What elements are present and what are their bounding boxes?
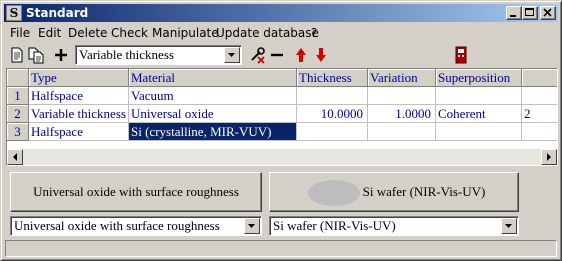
red-device-icon <box>455 46 467 64</box>
close-button[interactable] <box>540 6 556 20</box>
plus-icon <box>55 49 67 61</box>
cell-variation-2[interactable]: 1.0000 <box>368 105 436 123</box>
app-icon: S <box>6 5 22 21</box>
standard-window: S Standard File Edit Delete Check Manipu… <box>0 0 562 261</box>
column-header-thickness[interactable]: Thickness <box>297 69 368 87</box>
cell-type-3[interactable]: Halfspace <box>29 123 129 141</box>
arrow-down-icon <box>316 48 326 62</box>
menu-edit[interactable]: Edit <box>38 25 61 41</box>
cell-extra-3[interactable] <box>522 123 557 141</box>
cell-type-1[interactable]: Halfspace <box>29 87 129 105</box>
menu-update-database[interactable]: Update database <box>216 25 319 41</box>
new-layer-button[interactable] <box>8 45 26 65</box>
window-title: Standard <box>26 6 89 20</box>
scroll-right-button[interactable] <box>541 149 557 165</box>
status-bar <box>5 240 557 257</box>
cell-material-1[interactable]: Vacuum <box>129 87 297 105</box>
arrow-up-icon <box>296 48 306 62</box>
minus-icon <box>271 53 283 57</box>
row-header-1[interactable]: 1 <box>7 87 29 105</box>
column-header-superposition[interactable]: Superposition <box>436 69 522 87</box>
right-material-button[interactable]: Si wafer (NIR-Vis-UV) <box>269 172 519 212</box>
layer-table: Type Material Thickness Variation Superp… <box>6 68 558 166</box>
cell-thickness-2[interactable]: 10.0000 <box>297 105 368 123</box>
cell-thickness-3[interactable] <box>297 123 368 141</box>
cell-material-2[interactable]: Universal oxide <box>129 105 297 123</box>
column-header-type[interactable]: Type <box>29 69 129 87</box>
cell-extra-1[interactable] <box>522 87 557 105</box>
cell-variation-1[interactable] <box>368 87 436 105</box>
close-icon <box>543 8 552 17</box>
right-material-dropdown-button[interactable] <box>501 218 517 234</box>
move-up-button[interactable] <box>292 45 310 65</box>
corner-header <box>7 69 29 87</box>
maximize-icon <box>525 8 534 16</box>
cell-thickness-1[interactable] <box>297 87 368 105</box>
chevron-down-icon <box>228 53 235 57</box>
column-header-extra[interactable] <box>522 69 557 87</box>
horizontal-scrollbar[interactable] <box>7 149 557 165</box>
chevron-down-icon <box>505 224 512 228</box>
cell-superposition-1[interactable] <box>436 87 522 105</box>
column-header-variation[interactable]: Variation <box>368 69 436 87</box>
device-button[interactable] <box>452 45 470 65</box>
layer-type-value: Variable thickness <box>79 47 174 62</box>
cell-superposition-3[interactable] <box>436 123 522 141</box>
cell-superposition-2[interactable]: Coherent <box>436 105 522 123</box>
menu-check[interactable]: Check <box>111 25 148 41</box>
tools-button[interactable] <box>249 45 267 65</box>
menu-manipulate[interactable]: Manipulate <box>152 25 219 41</box>
cell-extra-2[interactable]: 2 <box>522 105 557 123</box>
wafer-icon <box>308 180 360 206</box>
menu-file[interactable]: File <box>10 25 30 41</box>
menu-help[interactable]: ? <box>311 25 317 41</box>
layer-type-select[interactable]: Variable thickness <box>75 45 242 65</box>
minimize-icon <box>510 15 516 17</box>
document-icon <box>11 47 23 63</box>
menu-bar: File Edit Delete Check Manipulate Update… <box>4 24 558 42</box>
chevron-left-icon <box>13 153 17 161</box>
wrench-cross-icon <box>251 47 265 64</box>
right-material-value: Si wafer (NIR-Vis-UV) <box>273 218 396 233</box>
row-header-3[interactable]: 3 <box>7 123 29 141</box>
copy-document-icon <box>28 47 44 64</box>
move-down-button[interactable] <box>312 45 330 65</box>
layer-table-viewport: Type Material Thickness Variation Superp… <box>7 69 557 149</box>
left-material-select[interactable]: Universal oxide with surface roughness <box>10 216 262 236</box>
right-material-label: Si wafer (NIR-Vis-UV) <box>362 184 486 199</box>
cell-type-2[interactable]: Variable thickness <box>29 105 129 123</box>
maximize-button[interactable] <box>522 6 538 20</box>
minimize-button[interactable] <box>506 6 522 20</box>
layer-type-dropdown-button[interactable] <box>224 47 240 63</box>
chevron-down-icon <box>248 224 255 228</box>
cell-material-3-selected[interactable]: Si (crystalline, MIR-VUV) <box>129 123 297 141</box>
column-header-material[interactable]: Material <box>129 69 297 87</box>
menu-delete[interactable]: Delete <box>68 25 107 41</box>
toolbar: Variable thickness <box>4 43 558 67</box>
left-material-button[interactable]: Universal oxide with surface roughness <box>10 172 262 212</box>
scroll-left-button[interactable] <box>7 149 23 165</box>
remove-layer-button[interactable] <box>268 45 286 65</box>
title-bar[interactable]: S Standard <box>4 4 558 22</box>
left-material-value: Universal oxide with surface roughness <box>14 218 220 233</box>
chevron-right-icon <box>547 153 551 161</box>
right-material-select[interactable]: Si wafer (NIR-Vis-UV) <box>269 216 519 236</box>
row-header-2[interactable]: 2 <box>7 105 29 123</box>
cell-variation-3[interactable] <box>368 123 436 141</box>
duplicate-layer-button[interactable] <box>27 45 45 65</box>
add-layer-button[interactable] <box>52 45 70 65</box>
left-material-dropdown-button[interactable] <box>244 218 260 234</box>
